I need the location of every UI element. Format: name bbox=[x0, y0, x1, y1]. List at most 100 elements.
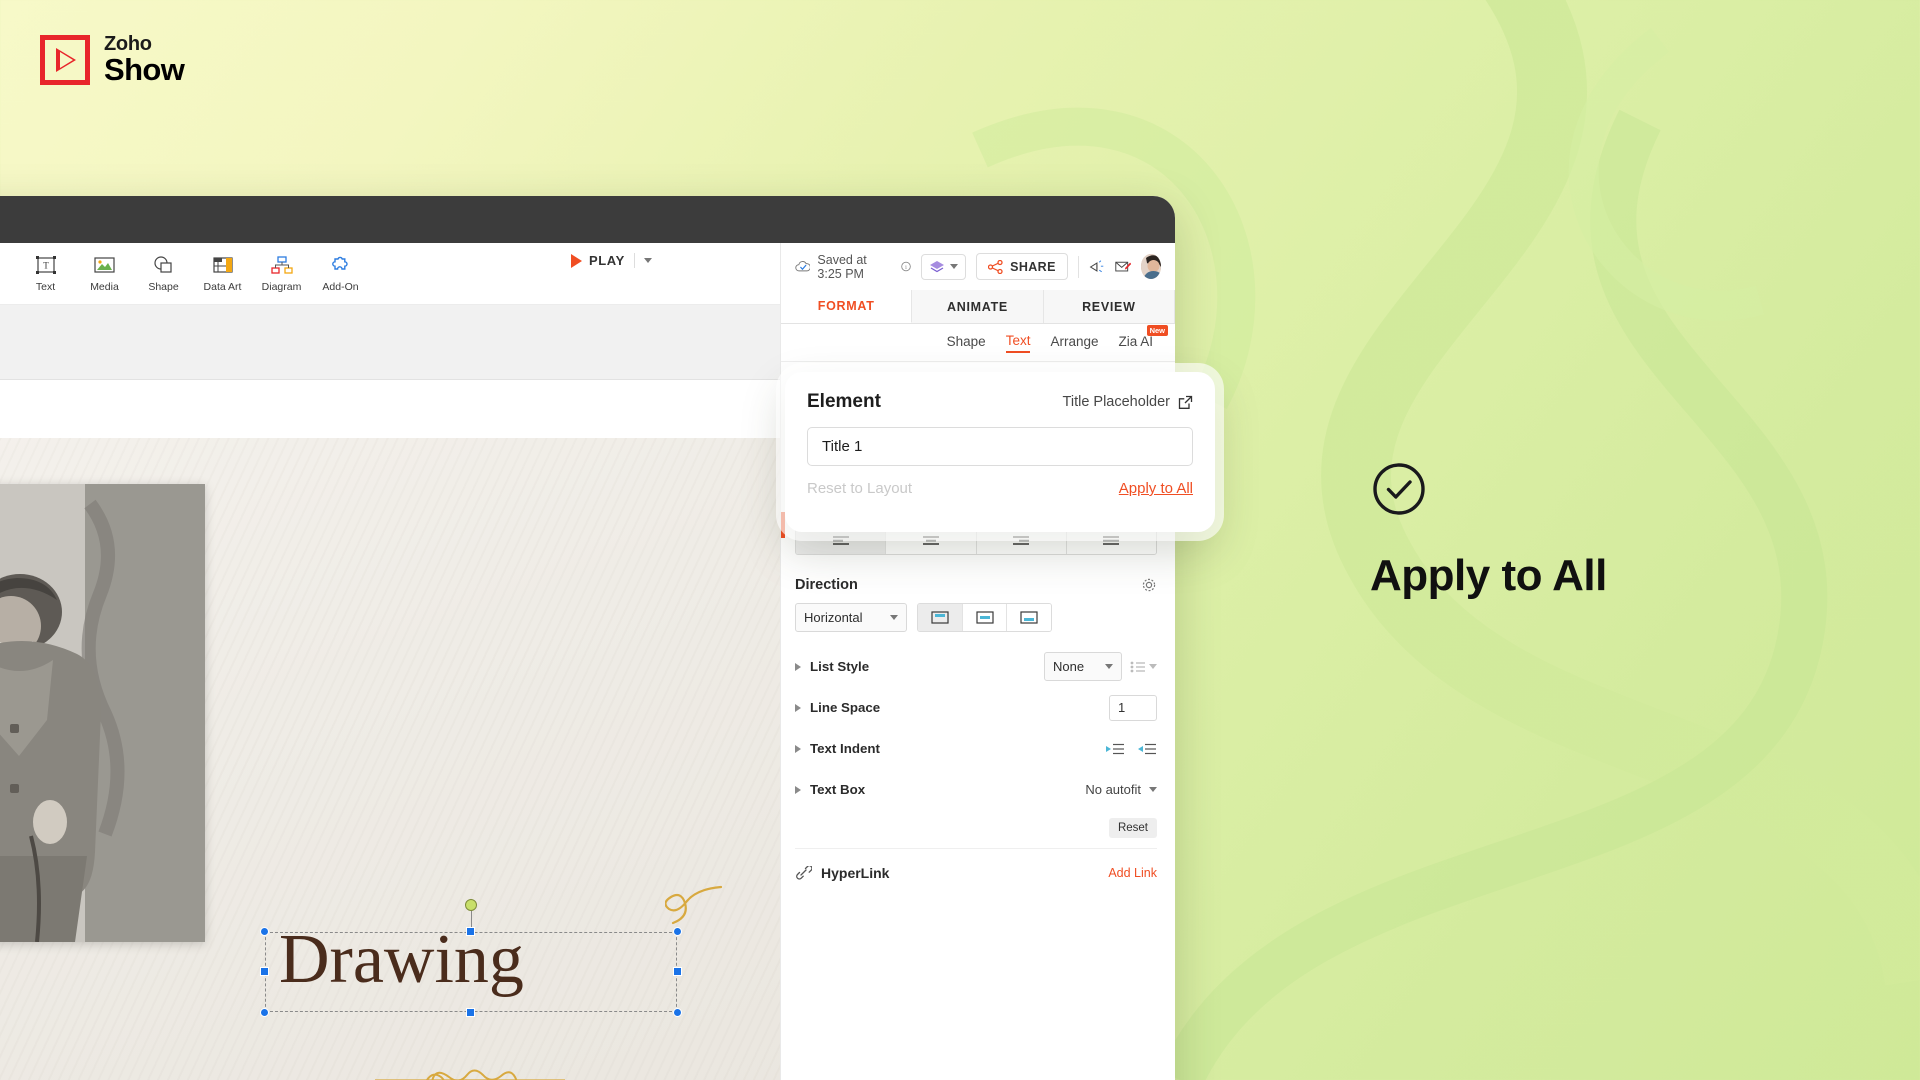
layers-dropdown[interactable] bbox=[921, 253, 967, 280]
gold-flourish-corner-top bbox=[664, 883, 723, 934]
callout-subtitle-wrap[interactable]: Title Placeholder bbox=[1063, 394, 1193, 410]
toolbar-item-diagram[interactable]: Diagram bbox=[252, 254, 311, 293]
option-row-line-space[interactable]: Line Space 1 bbox=[795, 687, 1157, 728]
cloud-check-icon bbox=[795, 260, 811, 271]
subtab-shape[interactable]: Shape bbox=[947, 334, 986, 352]
apply-to-all-button[interactable]: Apply to All bbox=[1119, 480, 1193, 497]
resize-handle-tc[interactable] bbox=[466, 927, 475, 936]
play-frame-icon bbox=[40, 35, 90, 86]
check-circle-icon bbox=[1373, 463, 1425, 515]
toolbar-item-shape[interactable]: Shape bbox=[134, 254, 193, 293]
text-box-icon: T bbox=[35, 254, 56, 276]
reset-button[interactable]: Reset bbox=[1108, 818, 1157, 838]
toolbar-label: Text bbox=[35, 281, 56, 293]
option-label: Line Space bbox=[810, 700, 881, 715]
title-textbox[interactable]: Drawing bbox=[260, 899, 682, 1017]
window-titlebar bbox=[0, 196, 1175, 243]
resize-handle-bc[interactable] bbox=[466, 1008, 475, 1017]
subtab-label: Zia AI bbox=[1118, 333, 1153, 349]
option-label: Text Indent bbox=[810, 741, 880, 756]
tab-format[interactable]: FORMAT bbox=[781, 290, 913, 323]
element-name-input[interactable]: Title 1 bbox=[807, 427, 1193, 466]
info-icon[interactable]: i bbox=[901, 260, 911, 273]
toolbar-label: Data Art bbox=[203, 281, 242, 293]
subtab-arrange[interactable]: Arrange bbox=[1050, 334, 1098, 352]
resize-handle-br[interactable] bbox=[673, 1008, 682, 1017]
caret-right-icon bbox=[795, 703, 801, 712]
shapes-icon bbox=[153, 254, 174, 276]
layers-icon bbox=[930, 260, 945, 272]
canvas-toolbar-strip bbox=[0, 305, 780, 380]
chart-grid-icon bbox=[212, 254, 233, 276]
svg-text:i: i bbox=[905, 265, 907, 271]
list-style-select[interactable]: None bbox=[1044, 652, 1122, 681]
share-button[interactable]: SHARE bbox=[976, 253, 1068, 280]
panel-header: PLAY Saved at 3:25 PM i SHARE bbox=[571, 243, 1175, 290]
valign-top-icon[interactable] bbox=[918, 604, 963, 631]
resize-handle-mr[interactable] bbox=[673, 967, 682, 976]
share-label: SHARE bbox=[1010, 259, 1056, 274]
avatar[interactable] bbox=[1141, 254, 1161, 279]
option-row-text-indent[interactable]: Text Indent bbox=[795, 728, 1157, 769]
text-box-value: No autofit bbox=[1085, 782, 1141, 797]
slide-title: Drawing bbox=[279, 921, 524, 998]
play-control[interactable]: PLAY bbox=[571, 253, 652, 268]
slide-canvas[interactable]: Drawing bbox=[0, 438, 780, 1080]
indent-increase-icon[interactable] bbox=[1137, 743, 1157, 755]
indent-decrease-icon[interactable] bbox=[1105, 743, 1125, 755]
link-icon bbox=[796, 865, 812, 880]
slide-photo[interactable] bbox=[0, 484, 205, 942]
toolbar-label: Shape bbox=[148, 281, 179, 293]
resize-handle-tl[interactable] bbox=[260, 927, 269, 936]
hyperlink-label: HyperLink bbox=[821, 865, 890, 881]
element-callout-popup: Element Title Placeholder Title 1 Reset … bbox=[785, 372, 1215, 532]
toolbar-item-data-art[interactable]: Data Art bbox=[193, 254, 252, 293]
add-link-button[interactable]: Add Link bbox=[1108, 866, 1157, 880]
toolbar-item-text[interactable]: T Text bbox=[16, 254, 75, 293]
zoho-show-logo[interactable]: Zoho Show bbox=[40, 34, 185, 87]
org-chart-icon bbox=[270, 254, 293, 276]
gold-flourish-divider-top bbox=[375, 1066, 565, 1080]
subtab-text[interactable]: Text bbox=[1005, 333, 1031, 353]
format-panel: PLAY Saved at 3:25 PM i SHARE FORMAT ANI… bbox=[571, 243, 1175, 1080]
toolbar-item-media[interactable]: Media bbox=[75, 254, 134, 293]
promo-block: Apply to All bbox=[1370, 460, 1607, 601]
option-row-list-style[interactable]: List Style None bbox=[795, 646, 1157, 687]
option-label: Text Box bbox=[810, 782, 866, 797]
save-status: Saved at 3:25 PM i bbox=[795, 253, 911, 281]
resize-handle-ml[interactable] bbox=[260, 967, 269, 976]
vertical-align-group bbox=[917, 603, 1052, 632]
caret-right-icon bbox=[795, 662, 801, 671]
subtab-zia-ai[interactable]: Zia AI New bbox=[1118, 324, 1168, 352]
tab-animate[interactable]: ANIMATE bbox=[912, 290, 1044, 323]
brand-name-bottom: Show bbox=[104, 52, 185, 87]
megaphone-icon[interactable] bbox=[1089, 258, 1105, 276]
toolbar-label: Diagram bbox=[261, 281, 302, 293]
chevron-down-icon[interactable] bbox=[1149, 787, 1157, 792]
gear-icon[interactable] bbox=[1141, 577, 1157, 593]
toolbar-item-add-on[interactable]: Add-On bbox=[311, 254, 370, 293]
new-badge: New bbox=[1146, 324, 1168, 336]
chevron-down-icon bbox=[950, 264, 959, 269]
promo-headline: Apply to All bbox=[1370, 551, 1607, 600]
mail-edit-icon[interactable] bbox=[1114, 258, 1132, 276]
option-row-text-box[interactable]: Text Box No autofit bbox=[795, 769, 1157, 810]
external-link-icon[interactable] bbox=[1178, 395, 1193, 410]
editor-left-column: T Text Media Shape Data Art Diagram Add-… bbox=[0, 243, 780, 1080]
direction-value: Horizontal bbox=[804, 610, 863, 625]
line-space-input[interactable]: 1 bbox=[1109, 694, 1157, 721]
resize-handle-tr[interactable] bbox=[673, 927, 682, 936]
direction-select[interactable]: Horizontal bbox=[795, 603, 907, 632]
puzzle-icon bbox=[331, 254, 351, 276]
image-icon bbox=[94, 254, 115, 276]
tab-review[interactable]: REVIEW bbox=[1043, 290, 1175, 323]
toolbar-label: Add-On bbox=[322, 281, 359, 293]
chevron-down-icon[interactable] bbox=[643, 258, 652, 263]
list-bullet-icon[interactable] bbox=[1130, 661, 1157, 673]
valign-middle-icon[interactable] bbox=[962, 604, 1008, 631]
hyperlink-row[interactable]: HyperLink Add Link bbox=[795, 848, 1157, 881]
resize-handle-bl[interactable] bbox=[260, 1008, 269, 1017]
caret-right-icon bbox=[795, 785, 801, 794]
valign-bottom-icon[interactable] bbox=[1007, 604, 1051, 631]
rotation-handle[interactable] bbox=[465, 899, 477, 911]
